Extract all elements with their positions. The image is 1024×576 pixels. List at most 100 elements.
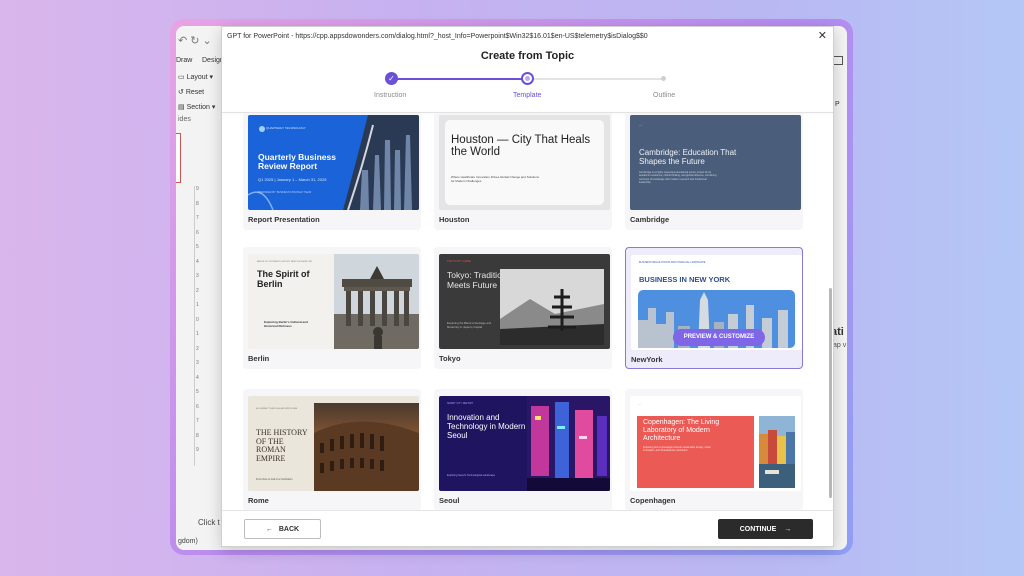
ruler-number: 0 (196, 316, 199, 323)
seoul-thumbnail: SMART CITY REPORT Innovation and Technol… (439, 396, 610, 491)
template-name: Report Presentation (248, 215, 320, 224)
section-label: Section (186, 104, 210, 111)
report-thumbnail: QUARTERLY TECHNOLOGY Quarterly Business … (248, 115, 419, 210)
template-card-tokyo[interactable]: TOKYO CITY GUIDE Tokyo: Tradition Meets … (434, 247, 612, 369)
status-bar-text: gdom) (178, 538, 198, 545)
cambridge-title: Cambridge: Education That Shapes the Fut… (639, 148, 737, 166)
berlin-topline: BERLIN OF CONTRASTS: HISTORY MEETS MODER… (257, 261, 313, 263)
ruler-number: 7 (196, 418, 199, 424)
ruler-number: 2 (196, 345, 199, 352)
template-name: Tokyo (439, 354, 461, 363)
copenhagen-subtitle: Exploring how Copenhagen blends sustaina… (643, 446, 711, 453)
ruler-number: 2 (196, 287, 199, 294)
tokyo-subtitle: Exploring the Blend of Heritage and Mode… (447, 321, 492, 329)
back-button[interactable]: ← BACK (244, 519, 321, 539)
ruler-number: 4 (196, 258, 199, 265)
seoul-subtitle: Exploring Seoul's Technological Landscap… (447, 474, 495, 477)
seoul-topline: SMART CITY REPORT (447, 402, 474, 405)
slide-placeholder-text: Click t (198, 518, 220, 527)
cambridge-subtitle: Cambridge is a highly respected educatio… (639, 171, 717, 184)
check-icon[interactable]: ✓ (385, 72, 398, 85)
ruler-number: 4 (196, 374, 199, 381)
template-name: Houston (439, 215, 470, 224)
cambridge-thumbnail: ⋯ Cambridge: Education That Shapes the F… (630, 115, 801, 210)
continue-button[interactable]: CONTINUE → (718, 519, 813, 539)
report-title: Quarterly Business Review Report (258, 152, 336, 171)
neon-street-image (527, 396, 610, 491)
newyork-thumbnail: BUSINESS REGULATIONS AND FINANCIAL LANDS… (631, 255, 802, 350)
ruler-number: 6 (196, 403, 199, 410)
dialog-heading: Create from Topic (480, 50, 575, 62)
tab-draw[interactable]: Draw (176, 57, 192, 64)
nyhavn-image (759, 416, 795, 488)
ruler-number: 1 (196, 331, 199, 337)
step-current-dot[interactable] (521, 72, 534, 85)
window-title: GPT for PowerPoint - https://cpp.appsdow… (227, 32, 648, 40)
layout-button[interactable]: ▭ Layout ▾ (178, 73, 213, 81)
back-label: BACK (278, 525, 300, 533)
copenhagen-title: Copenhagen: The Living Laboratory of Mod… (643, 419, 720, 442)
grid-scrollbar[interactable] (829, 288, 832, 498)
cambridge-dots: ⋯ (639, 123, 642, 127)
houston-panel (445, 120, 604, 205)
template-card-houston[interactable]: Houston — City That Heals the World Wher… (434, 113, 612, 230)
rome-topline: A JOURNEY THROUGH ANCIENT ROME (256, 408, 298, 410)
houston-thumbnail: Houston — City That Heals the World Wher… (439, 115, 610, 210)
report-brand: QUARTERLY TECHNOLOGY (266, 126, 306, 130)
template-name: Rome (248, 496, 269, 505)
reset-button[interactable]: ↺ Reset (178, 88, 204, 96)
template-name: Copenhagen (630, 496, 676, 505)
pane-letter: P (835, 101, 840, 108)
berlin-thumbnail: BERLIN OF CONTRASTS: HISTORY MEETS MODER… (248, 254, 419, 349)
template-name: Berlin (248, 354, 270, 363)
powerpoint-left-pane: ↶ ↻ ⌄ Draw Design ▭ Layout ▾ ↺ Reset ▤ S… (176, 26, 226, 550)
vertical-ruler: 9 8 7 6 5 4 3 2 1 0 1 2 3 4 5 6 7 8 9 (194, 186, 204, 466)
ruler-number: 5 (196, 389, 199, 395)
ruler-number: 8 (196, 432, 199, 439)
slide-thumbnail[interactable] (176, 133, 181, 183)
template-card-berlin[interactable]: BERLIN OF CONTRASTS: HISTORY MEETS MODER… (243, 247, 421, 369)
rome-subtitle: From Rise to Fall of a Civilization (256, 478, 293, 481)
report-subtitle: Q1 2025 | January 1 – March 31, 2025 (258, 177, 327, 182)
newyork-topline: BUSINESS REGULATIONS AND FINANCIAL LANDS… (639, 261, 706, 264)
colosseum-image (314, 403, 419, 491)
step-label-outline: Outline (653, 92, 676, 99)
template-grid: QUARTERLY TECHNOLOGY Quarterly Business … (222, 113, 833, 510)
report-footnote: PREPARED BY: BUSINESS STRATEGY TEAM (258, 191, 312, 194)
group-label: ides (178, 116, 191, 123)
section-button[interactable]: ▤ Section ▾ (178, 103, 215, 111)
copenhagen-thumbnail: ⋯ Copenhagen: The Living Laboratory of M… (630, 396, 801, 491)
quick-access-icons[interactable]: ↶ ↻ ⌄ (178, 34, 212, 47)
tokyo-topline: TOKYO CITY GUIDE (447, 260, 471, 263)
template-card-report[interactable]: QUARTERLY TECHNOLOGY Quarterly Business … (243, 113, 421, 230)
brandenburg-gate-image (334, 254, 419, 349)
template-card-cambridge[interactable]: ⋯ Cambridge: Education That Shapes the F… (625, 113, 803, 230)
ruler-number: 9 (196, 447, 199, 453)
template-card-rome[interactable]: A JOURNEY THROUGH ANCIENT ROME THE HISTO… (243, 389, 421, 510)
arrow-right-icon: → (784, 525, 792, 533)
continue-label: CONTINUE (739, 525, 777, 533)
create-from-topic-dialog: GPT for PowerPoint - https://cpp.appsdow… (221, 26, 834, 547)
tokyo-thumbnail: TOKYO CITY GUIDE Tokyo: Tradition Meets … (439, 254, 610, 349)
close-icon[interactable]: ✕ (818, 29, 827, 42)
stepper-line-completed (394, 78, 524, 80)
ruler-number: 7 (196, 215, 199, 221)
template-name: NewYork (631, 355, 663, 364)
dialog-footer: ← BACK CONTINUE → (222, 510, 833, 546)
preview-customize-button[interactable]: PREVIEW & CUSTOMIZE (673, 329, 765, 346)
houston-subtitle: Where Healthcare Innovation Drives Globa… (451, 175, 540, 183)
reset-label: Reset (185, 89, 205, 96)
ruler-number: 5 (196, 244, 199, 250)
template-card-seoul[interactable]: SMART CITY REPORT Innovation and Technol… (434, 389, 612, 510)
stepper-line-pending (534, 78, 664, 80)
step-label-instruction: Instruction (374, 92, 407, 99)
tokyo-title: Tokyo: Tradition Meets Future (447, 270, 507, 290)
comment-icon[interactable] (833, 56, 843, 65)
template-card-copenhagen[interactable]: ⋯ Copenhagen: The Living Laboratory of M… (625, 389, 803, 510)
copenhagen-dots: ⋯ (638, 402, 641, 406)
template-card-newyork[interactable]: BUSINESS REGULATIONS AND FINANCIAL LANDS… (625, 247, 803, 369)
ruler-number: 3 (196, 273, 199, 279)
pane-subtitle-partial: ap v (833, 342, 847, 349)
houston-title: Houston — City That Heals the World (451, 134, 591, 158)
step-todo-dot[interactable] (661, 76, 666, 81)
